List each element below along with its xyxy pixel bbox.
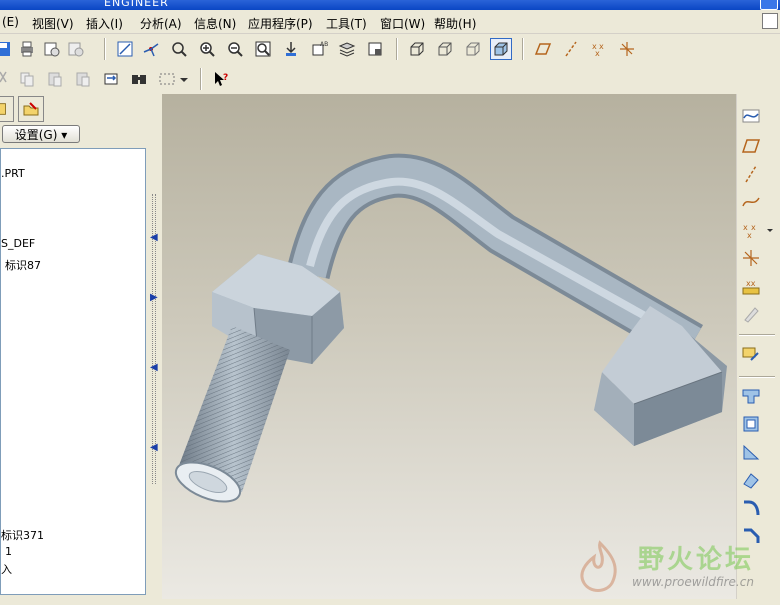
feature-toolbar: xxx xx [736,94,780,599]
print-icon[interactable] [16,38,38,60]
datum-plane-icon[interactable] [739,134,763,158]
context-help-icon[interactable]: ? [210,68,232,90]
svg-text:x: x [595,49,600,58]
datum-curve-icon[interactable] [739,190,763,214]
pencil-disabled-icon[interactable] [739,302,763,326]
svg-text:?: ? [223,73,228,83]
spin-center-icon[interactable] [140,38,162,60]
svg-text:x: x [747,231,752,240]
svg-text:AB: AB [320,41,328,48]
menu-insert[interactable]: 插入(I) [86,15,123,32]
view-manager-icon[interactable] [364,38,386,60]
tree-item-id371[interactable]: 标识371 [1,527,44,543]
svg-text:x: x [751,223,756,232]
datum-point-display-icon[interactable]: xxx [588,38,610,60]
menu-view[interactable]: 视图(V) [32,15,74,32]
draft-tool-icon[interactable] [739,468,763,492]
menu-edit[interactable]: (E) [2,15,19,29]
zoom-in-icon[interactable] [196,38,218,60]
save-icon[interactable] [0,38,14,60]
tab-model-tree[interactable] [0,96,14,122]
layers-icon[interactable] [336,38,358,60]
collapse-left-icon[interactable]: ◀ [150,442,158,453]
paste-icon[interactable] [44,68,66,90]
round-tool-icon[interactable] [739,496,763,520]
menu-info[interactable]: 信息(N) [194,15,236,32]
right-hex-nut [594,306,727,446]
svg-text:xx: xx [746,279,756,288]
document-close-button[interactable] [762,13,778,29]
datum-point-dropdown-icon[interactable] [765,218,775,242]
send-link-icon[interactable] [64,38,86,60]
paste-special-icon[interactable] [72,68,94,90]
hidden-line-icon[interactable] [434,38,456,60]
title-bar: ENGINEER [0,0,780,10]
edit-toolbar: ? [0,64,780,92]
flame-logo-icon [580,540,617,592]
redraw-icon[interactable] [114,38,136,60]
datum-point-icon[interactable]: xxx [739,218,763,242]
datum-axis-display-icon[interactable] [560,38,582,60]
tree-item-insert[interactable]: 入 [1,561,12,577]
window-close-button[interactable] [760,0,778,10]
svg-text:x: x [599,42,604,51]
wireframe-icon[interactable] [406,38,428,60]
menu-tools[interactable]: 工具(T) [326,15,367,32]
coordinate-system-icon[interactable] [739,246,763,270]
coord-system-display-icon[interactable] [616,38,638,60]
collapse-left-icon[interactable]: ◀ [150,362,158,373]
cut-icon[interactable] [0,68,14,90]
menu-bar: (E) 视图(V) 插入(I) 分析(A) 信息(N) 应用程序(P) 工具(T… [0,10,780,34]
model-tree: .PRT S_DEF 标识87 标识371 1 入 [0,148,146,595]
status-strip [0,599,780,605]
bolt-model [174,153,727,503]
menu-applications[interactable]: 应用程序(P) [248,15,313,32]
expand-right-icon[interactable]: ▶ [150,292,158,303]
menu-help[interactable]: 帮助(H) [434,15,476,32]
graphics-window[interactable] [162,94,736,599]
select-box-icon[interactable] [156,68,178,90]
sketch-curve-icon[interactable] [739,104,763,128]
no-hidden-icon[interactable] [462,38,484,60]
zoom-out-icon[interactable] [224,38,246,60]
settings-bar: 设置(G) ▾ [0,122,148,146]
sketch-tool-icon[interactable] [739,342,763,366]
find-icon[interactable] [128,68,150,90]
watermark-name: 野火论坛 [638,545,755,575]
hole-tool-icon[interactable] [739,384,763,408]
tree-item-part[interactable]: .PRT [1,167,25,180]
menu-window[interactable]: 窗口(W) [380,15,425,32]
analysis-feature-icon[interactable]: xx [739,274,763,298]
refit-icon[interactable] [252,38,274,60]
copy-icon[interactable] [16,68,38,90]
regenerate-icon[interactable] [100,68,122,90]
settings-button[interactable]: 设置(G) ▾ [2,125,80,143]
datum-plane-display-icon[interactable] [532,38,554,60]
datum-axis-icon[interactable] [739,162,763,186]
navigator-splitter[interactable]: ◀ ▶ ◀ ◀ [148,94,162,599]
shell-tool-icon[interactable] [739,412,763,436]
send-mail-icon[interactable] [40,38,62,60]
select-dropdown-icon[interactable] [178,68,190,90]
tree-item-csys-def[interactable]: S_DEF [1,237,35,250]
saved-views-icon[interactable]: AB [308,38,330,60]
shading-icon[interactable] [490,38,512,60]
collapse-left-icon[interactable]: ◀ [150,232,158,243]
reorient-icon[interactable] [280,38,302,60]
watermark-url: www.proewildfire.cn [632,575,754,589]
tab-folder-browser[interactable] [18,96,44,122]
forum-watermark: 野火论坛 www.proewildfire.cn [568,535,780,599]
menu-analysis[interactable]: 分析(A) [140,15,182,32]
tree-item-1[interactable]: 1 [5,545,12,558]
main-toolbar: AB xxx [0,34,780,64]
orient-mode-icon[interactable] [168,38,190,60]
navigator-tabs [0,94,148,122]
window-title: ENGINEER [104,0,169,9]
tree-item-id87[interactable]: 标识87 [5,257,41,273]
threaded-shaft [174,326,290,503]
rib-tool-icon[interactable] [739,440,763,464]
